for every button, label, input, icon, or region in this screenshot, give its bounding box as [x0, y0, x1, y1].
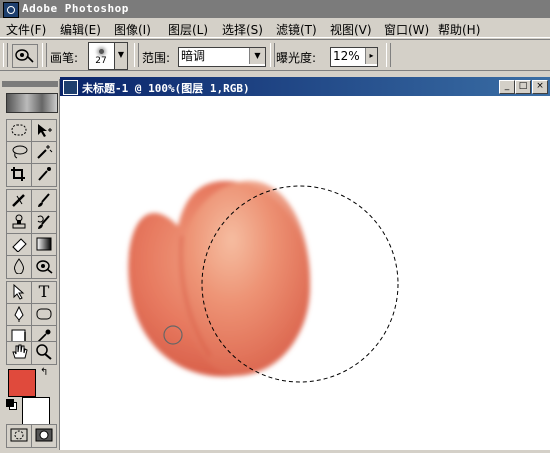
- clone-stamp-icon[interactable]: [6, 211, 32, 235]
- history-brush-icon[interactable]: [31, 211, 57, 235]
- menu-filter[interactable]: 滤镜(T): [276, 21, 317, 38]
- document-title: 未标题-1 @ 100%(图层 1,RGB): [82, 82, 250, 95]
- healing-brush-icon[interactable]: [6, 189, 32, 213]
- options-divider: [134, 43, 139, 67]
- document-window: 未标题-1 @ 100%(图层 1,RGB) _ □ ×: [60, 77, 550, 450]
- close-button[interactable]: ×: [532, 80, 548, 94]
- canvas[interactable]: [60, 96, 550, 450]
- chevron-down-icon[interactable]: ▼: [249, 48, 265, 64]
- menu-edit[interactable]: 编辑(E): [60, 21, 101, 38]
- marquee-icon[interactable]: [6, 119, 32, 143]
- range-select[interactable]: 暗调 ▼: [178, 47, 266, 67]
- chevron-right-icon[interactable]: ▸: [365, 48, 377, 64]
- photoshop-app-icon: [3, 2, 19, 18]
- dodge-icon[interactable]: [31, 255, 57, 279]
- toolbox: T ↰: [0, 79, 60, 450]
- options-grip[interactable]: [3, 43, 8, 67]
- brush-size: 27: [95, 56, 107, 66]
- eraser-icon[interactable]: [6, 233, 32, 257]
- app-title-bar: Adobe Photoshop: [0, 0, 550, 18]
- menu-select[interactable]: 选择(S): [222, 21, 263, 38]
- options-bar: 画笔: 27 ▼ 范围: 暗调 ▼ 曝光度: 12% ▸: [0, 39, 550, 71]
- brush-icon[interactable]: [31, 189, 57, 213]
- exposure-label: 曝光度:: [276, 51, 317, 65]
- menu-layer[interactable]: 图层(L): [168, 21, 208, 38]
- range-label: 范围:: [142, 51, 171, 65]
- range-value: 暗调: [181, 49, 206, 63]
- zoom-icon[interactable]: [31, 341, 57, 365]
- magic-wand-icon[interactable]: [31, 141, 57, 165]
- menu-file[interactable]: 文件(F): [6, 21, 46, 38]
- document-icon[interactable]: [63, 80, 78, 95]
- pen-icon[interactable]: [6, 303, 32, 327]
- menu-view[interactable]: 视图(V): [330, 21, 372, 38]
- shape-icon[interactable]: [31, 303, 57, 327]
- minimize-button[interactable]: _: [499, 80, 515, 94]
- default-colors-icon[interactable]: [6, 399, 17, 410]
- peach-shape: [128, 180, 310, 377]
- eyedropper-slice-icon[interactable]: [31, 163, 57, 187]
- foreground-color-swatch[interactable]: [8, 369, 36, 397]
- options-divider: [386, 43, 391, 67]
- background-color-swatch[interactable]: [22, 397, 50, 425]
- maximize-button[interactable]: □: [515, 80, 531, 94]
- swap-colors-icon[interactable]: ↰: [40, 368, 52, 380]
- crop-icon[interactable]: [6, 163, 32, 187]
- options-divider: [270, 43, 275, 67]
- brush-preset-picker[interactable]: 27: [88, 42, 116, 70]
- blur-icon[interactable]: [6, 255, 32, 279]
- app-title: Adobe Photoshop: [22, 2, 129, 15]
- exposure-value: 12%: [333, 49, 360, 63]
- menu-bar: 文件(F) 编辑(E) 图像(I) 图层(L) 选择(S) 滤镜(T) 视图(V…: [0, 18, 550, 38]
- menu-window[interactable]: 窗口(W): [384, 21, 429, 38]
- type-icon[interactable]: T: [31, 281, 57, 305]
- path-select-icon[interactable]: [6, 281, 32, 305]
- dodge-tool-icon[interactable]: [12, 44, 38, 68]
- lasso-icon[interactable]: [6, 141, 32, 165]
- quickmask-mode-icon[interactable]: [31, 424, 57, 448]
- options-divider: [42, 43, 47, 67]
- canvas-artwork: [128, 180, 399, 383]
- hand-icon[interactable]: [6, 341, 32, 365]
- gradient-icon[interactable]: [31, 233, 57, 257]
- brush-label: 画笔:: [50, 51, 79, 65]
- adobe-online-icon[interactable]: [6, 93, 58, 113]
- menu-image[interactable]: 图像(I): [114, 21, 151, 38]
- brush-dropdown-button[interactable]: ▼: [114, 42, 128, 70]
- brush-tip-icon: [99, 49, 104, 54]
- exposure-input[interactable]: 12% ▸: [330, 47, 378, 67]
- document-title-bar[interactable]: 未标题-1 @ 100%(图层 1,RGB) _ □ ×: [60, 77, 550, 96]
- move-icon[interactable]: [31, 119, 57, 143]
- standard-mode-icon[interactable]: [6, 424, 32, 448]
- menu-help[interactable]: 帮助(H): [438, 21, 480, 38]
- toolbox-title-bar[interactable]: [2, 81, 58, 87]
